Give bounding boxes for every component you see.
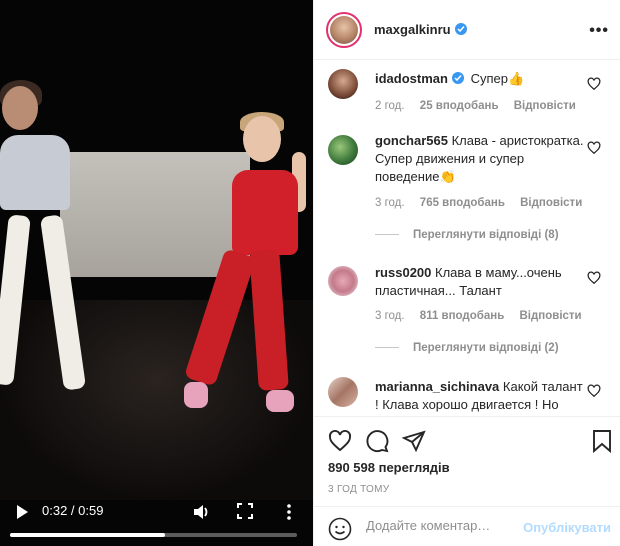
fullscreen-icon[interactable] xyxy=(237,503,253,519)
time-separator: / xyxy=(67,503,79,518)
like-heart-icon[interactable] xyxy=(587,141,601,155)
comment-username[interactable]: idadostman xyxy=(375,71,448,86)
verified-badge-icon xyxy=(454,23,467,35)
comment-bubble-icon[interactable] xyxy=(365,429,389,453)
emoji-icon[interactable] xyxy=(328,517,352,541)
video-time: 0:32 / 0:59 xyxy=(42,503,103,518)
more-options-icon[interactable]: ••• xyxy=(589,22,609,40)
bookmark-icon[interactable] xyxy=(590,429,614,453)
like-heart-icon[interactable] xyxy=(328,429,352,453)
comment-likes[interactable]: 765 вподобань xyxy=(420,197,505,209)
publish-button[interactable]: Опублікувати xyxy=(523,520,611,535)
avatar[interactable] xyxy=(326,12,362,48)
comment-text: Супер👍 xyxy=(470,71,525,86)
comment-username[interactable]: marianna_sichinava xyxy=(375,379,499,394)
like-heart-icon[interactable] xyxy=(587,271,601,285)
view-replies-label[interactable]: Переглянути відповіді (8) xyxy=(413,229,559,241)
verified-badge-icon xyxy=(451,72,464,84)
view-replies-button[interactable]: Переглянути відповіді (2) xyxy=(375,342,559,354)
video-progress-fill xyxy=(10,533,165,537)
play-icon[interactable] xyxy=(14,504,30,520)
comment-username[interactable]: gonchar565 xyxy=(375,133,448,148)
comment-avatar[interactable] xyxy=(328,266,358,296)
like-heart-icon[interactable] xyxy=(587,77,601,91)
post-author[interactable]: maxgalkinru xyxy=(374,22,467,37)
comment-likes[interactable]: 811 вподобань xyxy=(420,310,504,322)
comment-avatar[interactable] xyxy=(328,135,358,165)
instagram-post-viewer: 0:32 / 0:59 maxgalkinru ••• idadostman С… xyxy=(0,0,620,546)
volume-icon[interactable] xyxy=(192,503,210,521)
reply-button[interactable]: Відповісти xyxy=(519,310,581,322)
duration: 0:59 xyxy=(78,503,104,518)
comment-input[interactable] xyxy=(366,518,526,533)
post-username[interactable]: maxgalkinru xyxy=(374,22,451,37)
reply-button[interactable]: Відповісти xyxy=(520,197,582,209)
comment-likes[interactable]: 25 вподобань xyxy=(420,100,499,112)
video-player[interactable]: 0:32 / 0:59 xyxy=(0,0,313,546)
post-timestamp: 3 ГОД ТОМУ xyxy=(328,484,390,495)
more-options-icon[interactable] xyxy=(284,503,294,521)
video-frame xyxy=(0,0,313,546)
comment-avatar[interactable] xyxy=(328,69,358,99)
view-replies-label[interactable]: Переглянути відповіді (2) xyxy=(413,342,559,354)
video-controls: 0:32 / 0:59 xyxy=(0,498,313,546)
views-count[interactable]: 890 598 переглядів xyxy=(328,460,450,475)
view-replies-button[interactable]: Переглянути відповіді (8) xyxy=(375,229,559,241)
like-heart-icon[interactable] xyxy=(587,384,601,398)
post-header: maxgalkinru ••• xyxy=(314,0,620,60)
comment-time: 3 год. xyxy=(375,310,405,322)
add-comment-bar: Опублікувати xyxy=(314,506,620,546)
comment-avatar[interactable] xyxy=(328,377,358,407)
comment-time: 3 год. xyxy=(375,197,405,209)
post-actions xyxy=(314,416,620,462)
comment-time: 2 год. xyxy=(375,100,405,112)
share-paper-plane-icon[interactable] xyxy=(402,429,426,453)
comment-username[interactable]: russ0200 xyxy=(375,265,431,280)
reply-button[interactable]: Відповісти xyxy=(514,100,576,112)
video-progress-bar[interactable] xyxy=(10,533,297,537)
post-panel: maxgalkinru ••• idadostman Супер👍 2 год.… xyxy=(313,0,620,546)
comments-list: idadostman Супер👍 2 год. 25 вподобань Ві… xyxy=(314,61,620,416)
current-time: 0:32 xyxy=(42,503,68,518)
